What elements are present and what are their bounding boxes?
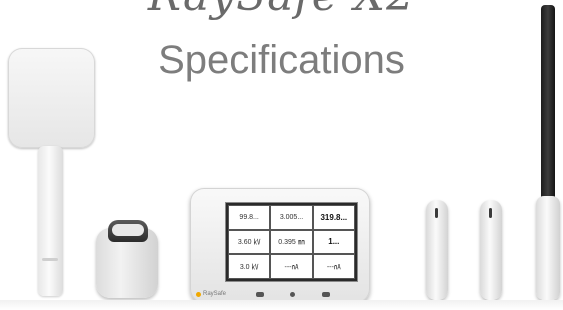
base-unit-screen: 99.8... 3.005... 319.8... 3.60 ㎸ 0.395 ㎜… bbox=[226, 203, 357, 281]
brand-logo-icon bbox=[196, 292, 201, 297]
cube-sensor-window bbox=[112, 224, 144, 236]
survey-probe-1-led bbox=[435, 208, 438, 218]
paddle-sensor-logo bbox=[42, 258, 58, 261]
screen-cell: 99.8... bbox=[228, 205, 271, 230]
unit-button-right[interactable] bbox=[322, 292, 330, 297]
rod-sensor bbox=[541, 5, 555, 200]
paddle-sensor-handle bbox=[38, 146, 63, 296]
unit-button-left[interactable] bbox=[256, 292, 264, 297]
brand-label: RaySafe bbox=[203, 291, 227, 297]
screen-cell: 0.395 ㎜ bbox=[270, 229, 313, 255]
product-title: RaySafe X2 bbox=[0, 0, 563, 21]
survey-probe-2-led bbox=[489, 208, 492, 218]
screen-cell: 319.8... bbox=[312, 205, 355, 230]
screen-cell: 3.60 ㎸ bbox=[228, 229, 271, 255]
paddle-sensor-head bbox=[8, 48, 95, 148]
screen-cell: ---㎁ bbox=[312, 254, 355, 279]
screen-cell: 3.0 ㎸ bbox=[228, 254, 271, 279]
rod-sensor-base bbox=[536, 196, 560, 300]
screen-cell: 1... bbox=[312, 229, 355, 255]
floor-reflection bbox=[0, 300, 563, 310]
screen-cell: 3.005... bbox=[270, 205, 313, 230]
screen-cell: ---㎁ bbox=[270, 254, 313, 279]
unit-button-center[interactable] bbox=[290, 292, 295, 297]
product-scene: RaySafe X2 Specifications 99.8... 3.005.… bbox=[0, 0, 563, 310]
